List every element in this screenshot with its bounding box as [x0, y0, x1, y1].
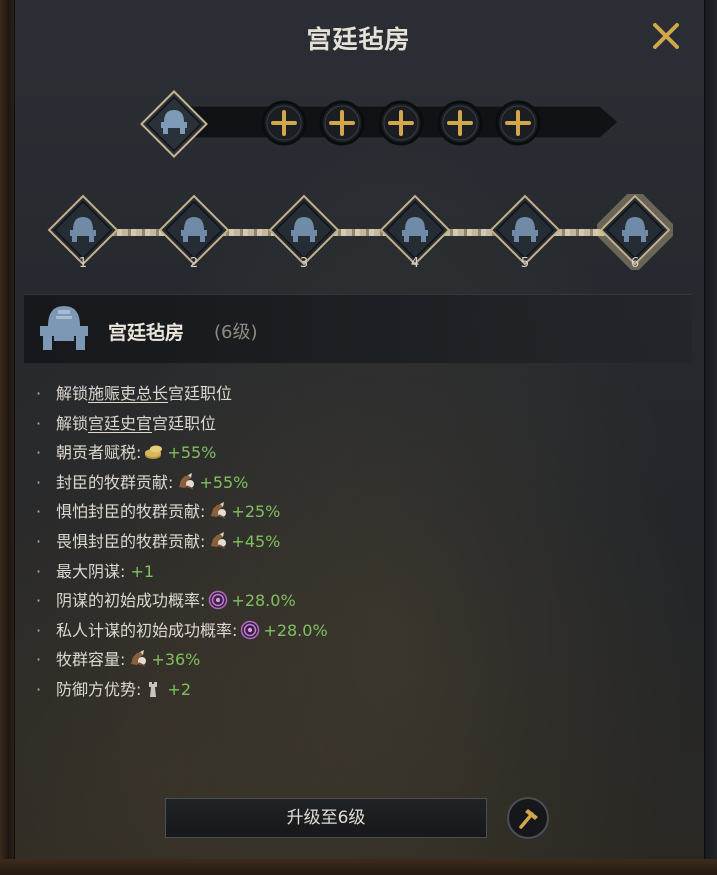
effect-row: · 牧群容量: +36% [36, 647, 636, 677]
effect-value: +28.0% [263, 620, 328, 640]
effect-label: 私人计谋的初始成功概率: [56, 620, 238, 640]
effect-text: 宫廷职位 [152, 413, 217, 433]
effect-value: +36% [151, 650, 201, 670]
effect-value: +25% [231, 502, 281, 522]
bullet: · [36, 679, 42, 699]
level-number-3: 3 [299, 256, 309, 271]
defense-tower-icon [141, 680, 167, 699]
effect-value: +55% [167, 443, 217, 463]
effect-value: +45% [231, 531, 281, 551]
effect-label: 封臣的牧群贡献: [56, 472, 174, 492]
gold-coins-icon [141, 443, 167, 462]
herd-horse-icon [173, 472, 199, 492]
effect-row: · 朝贡者赋税: +55% [36, 440, 636, 470]
herd-horse-icon [205, 502, 231, 521]
herd-horse-icon [205, 531, 231, 551]
bullet: · [36, 620, 42, 640]
effect-label: 阴谋的初始成功概率: [56, 591, 206, 611]
level-number-2: 2 [189, 256, 199, 271]
effect-label: 朝贡者赋税: [56, 443, 142, 463]
effect-value: +28.0% [231, 591, 296, 611]
bullet: · [36, 650, 42, 670]
effect-row: · 防御方优势: +2 [36, 677, 636, 707]
yurt-building-icon [40, 306, 88, 350]
window-frame-right [703, 0, 717, 875]
effect-row: · 解锁施赈吏总长宫廷职位 [36, 381, 636, 411]
bullet: · [36, 384, 42, 403]
window-frame-bottom [0, 859, 717, 875]
effect-label: 牧群容量: [56, 650, 126, 670]
empty-building-slot-5[interactable] [494, 99, 542, 147]
effect-row: · 封臣的牧群贡献: +55% [36, 470, 636, 500]
upgrade-button[interactable]: 升级至6级 [165, 798, 487, 838]
effect-row: · 解锁宫廷史官宫廷职位 [36, 411, 636, 441]
effect-row: · 私人计谋的初始成功概率: +28.0% [36, 618, 636, 648]
effect-label: 最大阴谋: [56, 561, 126, 581]
effect-value: +1 [130, 561, 155, 581]
herd-horse-icon [125, 650, 151, 669]
bullet: · [36, 531, 42, 551]
window-frame-left [0, 0, 14, 875]
effect-value: +55% [199, 472, 249, 492]
empty-building-slot-2[interactable] [318, 99, 366, 147]
scheme-target-icon [237, 620, 263, 640]
effect-text: 解锁 [56, 384, 89, 403]
effect-row: · 惧怕封臣的牧群贡献: +25% [36, 499, 636, 529]
building-slot-main[interactable] [138, 88, 210, 160]
effect-label: 畏惧封臣的牧群贡献: [56, 531, 206, 551]
court-position-link[interactable]: 宫廷史官 [88, 414, 152, 433]
level-number-5: 5 [520, 256, 530, 271]
empty-building-slot-1[interactable] [260, 99, 308, 147]
level-number-6: 6 [630, 256, 640, 271]
close-icon [653, 23, 679, 49]
court-position-link[interactable]: 施赈吏总长 [88, 384, 168, 403]
bullet: · [36, 502, 42, 522]
level-number-4: 4 [410, 256, 420, 271]
building-level-label: (6级) [214, 322, 258, 343]
effect-row: · 最大阴谋: +1 [36, 559, 636, 589]
effect-text: 解锁 [56, 413, 89, 433]
effect-value: +2 [167, 679, 191, 699]
bullet: · [36, 561, 42, 581]
window-title: 宫廷毡房 [306, 25, 411, 54]
construct-hammer-icon[interactable] [505, 795, 551, 841]
bullet: · [36, 443, 42, 463]
empty-building-slot-4[interactable] [436, 99, 484, 147]
scheme-target-icon [205, 590, 231, 610]
bullet: · [36, 472, 42, 492]
building-name: 宫廷毡房 [108, 322, 185, 344]
effect-text: 宫廷职位 [168, 384, 233, 403]
bullet: · [36, 591, 42, 611]
bullet: · [36, 413, 42, 433]
effect-label: 惧怕封臣的牧群贡献: [56, 502, 206, 522]
level-number-1: 1 [78, 256, 88, 271]
empty-building-slot-3[interactable] [377, 99, 425, 147]
building-effects-list: · 解锁施赈吏总长宫廷职位 · 解锁宫廷史官宫廷职位 · 朝贡者赋税: +55% · 封臣的牧群… [36, 381, 636, 707]
effect-row: · 阴谋的初始成功概率: +28.0% [36, 588, 636, 618]
effect-row: · 畏惧封臣的牧群贡献: +45% [36, 529, 636, 559]
effect-label: 防御方优势: [56, 679, 142, 699]
close-button[interactable] [648, 18, 684, 54]
